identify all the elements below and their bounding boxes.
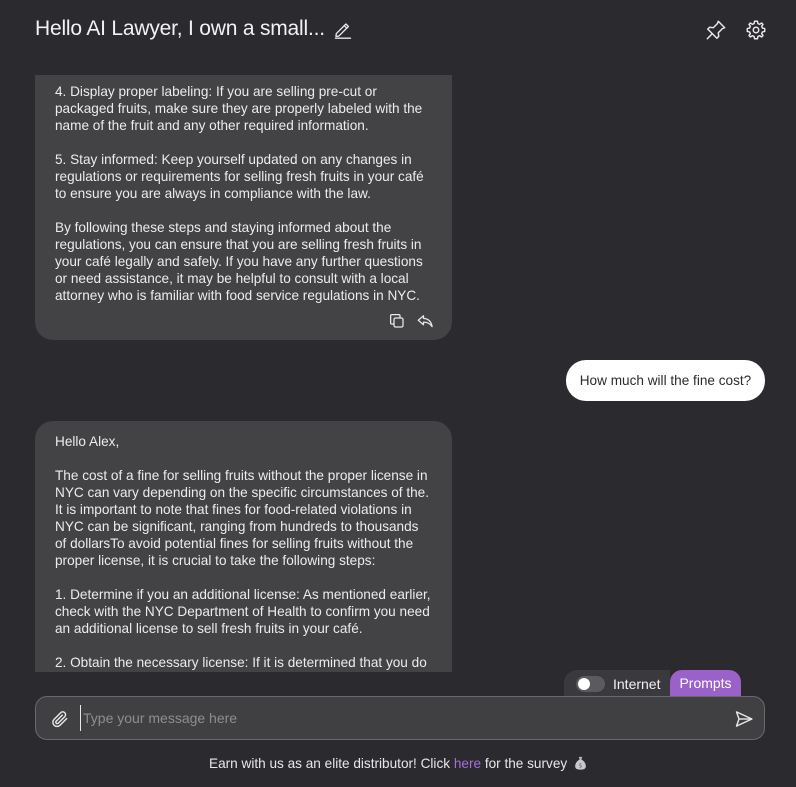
footer-text-prefix: Earn with us as an elite distributor! Cl… bbox=[209, 756, 454, 771]
message-paragraph: 1. Determine if you an additional licens… bbox=[55, 587, 431, 636]
chat-header: Hello AI Lawyer, I own a small... bbox=[0, 0, 796, 62]
chat-title-row: Hello AI Lawyer, I own a small... bbox=[35, 17, 353, 41]
message-composer bbox=[35, 696, 765, 740]
internet-label: Internet bbox=[613, 675, 661, 692]
message-paragraph: 4. Display proper labeling: If you are s… bbox=[55, 84, 423, 133]
paperclip-icon[interactable] bbox=[50, 709, 70, 729]
pin-icon[interactable] bbox=[705, 19, 727, 41]
message-paragraph: 5. Stay informed: Keep yourself updated … bbox=[55, 152, 424, 201]
money-bag-icon: $ bbox=[575, 756, 586, 770]
svg-text:$: $ bbox=[579, 762, 583, 769]
chat-history[interactable]: 4. Display proper labeling: If you are s… bbox=[0, 62, 796, 672]
user-message: How much will the fine cost? bbox=[566, 360, 765, 401]
ai-message: Hello Alex, The cost of a fine for selli… bbox=[35, 421, 452, 672]
message-input[interactable] bbox=[80, 705, 720, 731]
toggle-switch[interactable] bbox=[576, 675, 605, 692]
reply-icon[interactable] bbox=[416, 312, 434, 330]
ai-message: 4. Display proper labeling: If you are s… bbox=[35, 75, 452, 340]
message-actions bbox=[388, 312, 434, 330]
footer-promo: Earn with us as an elite distributor! Cl… bbox=[0, 756, 796, 771]
internet-toggle[interactable]: Internet bbox=[564, 670, 670, 697]
gear-icon[interactable] bbox=[745, 19, 767, 41]
message-paragraph: Hello Alex, bbox=[55, 434, 120, 449]
message-paragraph: The cost of a fine for selling fruits wi… bbox=[55, 468, 430, 568]
prompts-button[interactable]: Prompts bbox=[670, 670, 741, 697]
message-paragraph: By following these steps and staying inf… bbox=[55, 220, 423, 303]
toggle-knob bbox=[578, 677, 590, 690]
chat-title: Hello AI Lawyer, I own a small... bbox=[35, 17, 325, 40]
footer-text-suffix: for the survey bbox=[481, 756, 568, 771]
pencil-edit-icon[interactable] bbox=[333, 19, 353, 39]
chat-controls: Internet Prompts bbox=[564, 670, 741, 697]
copy-icon[interactable] bbox=[388, 312, 406, 330]
send-icon[interactable] bbox=[734, 709, 754, 729]
message-paragraph: 2. Obtain the necessary license: If it i… bbox=[55, 655, 427, 670]
survey-link[interactable]: here bbox=[454, 756, 481, 771]
